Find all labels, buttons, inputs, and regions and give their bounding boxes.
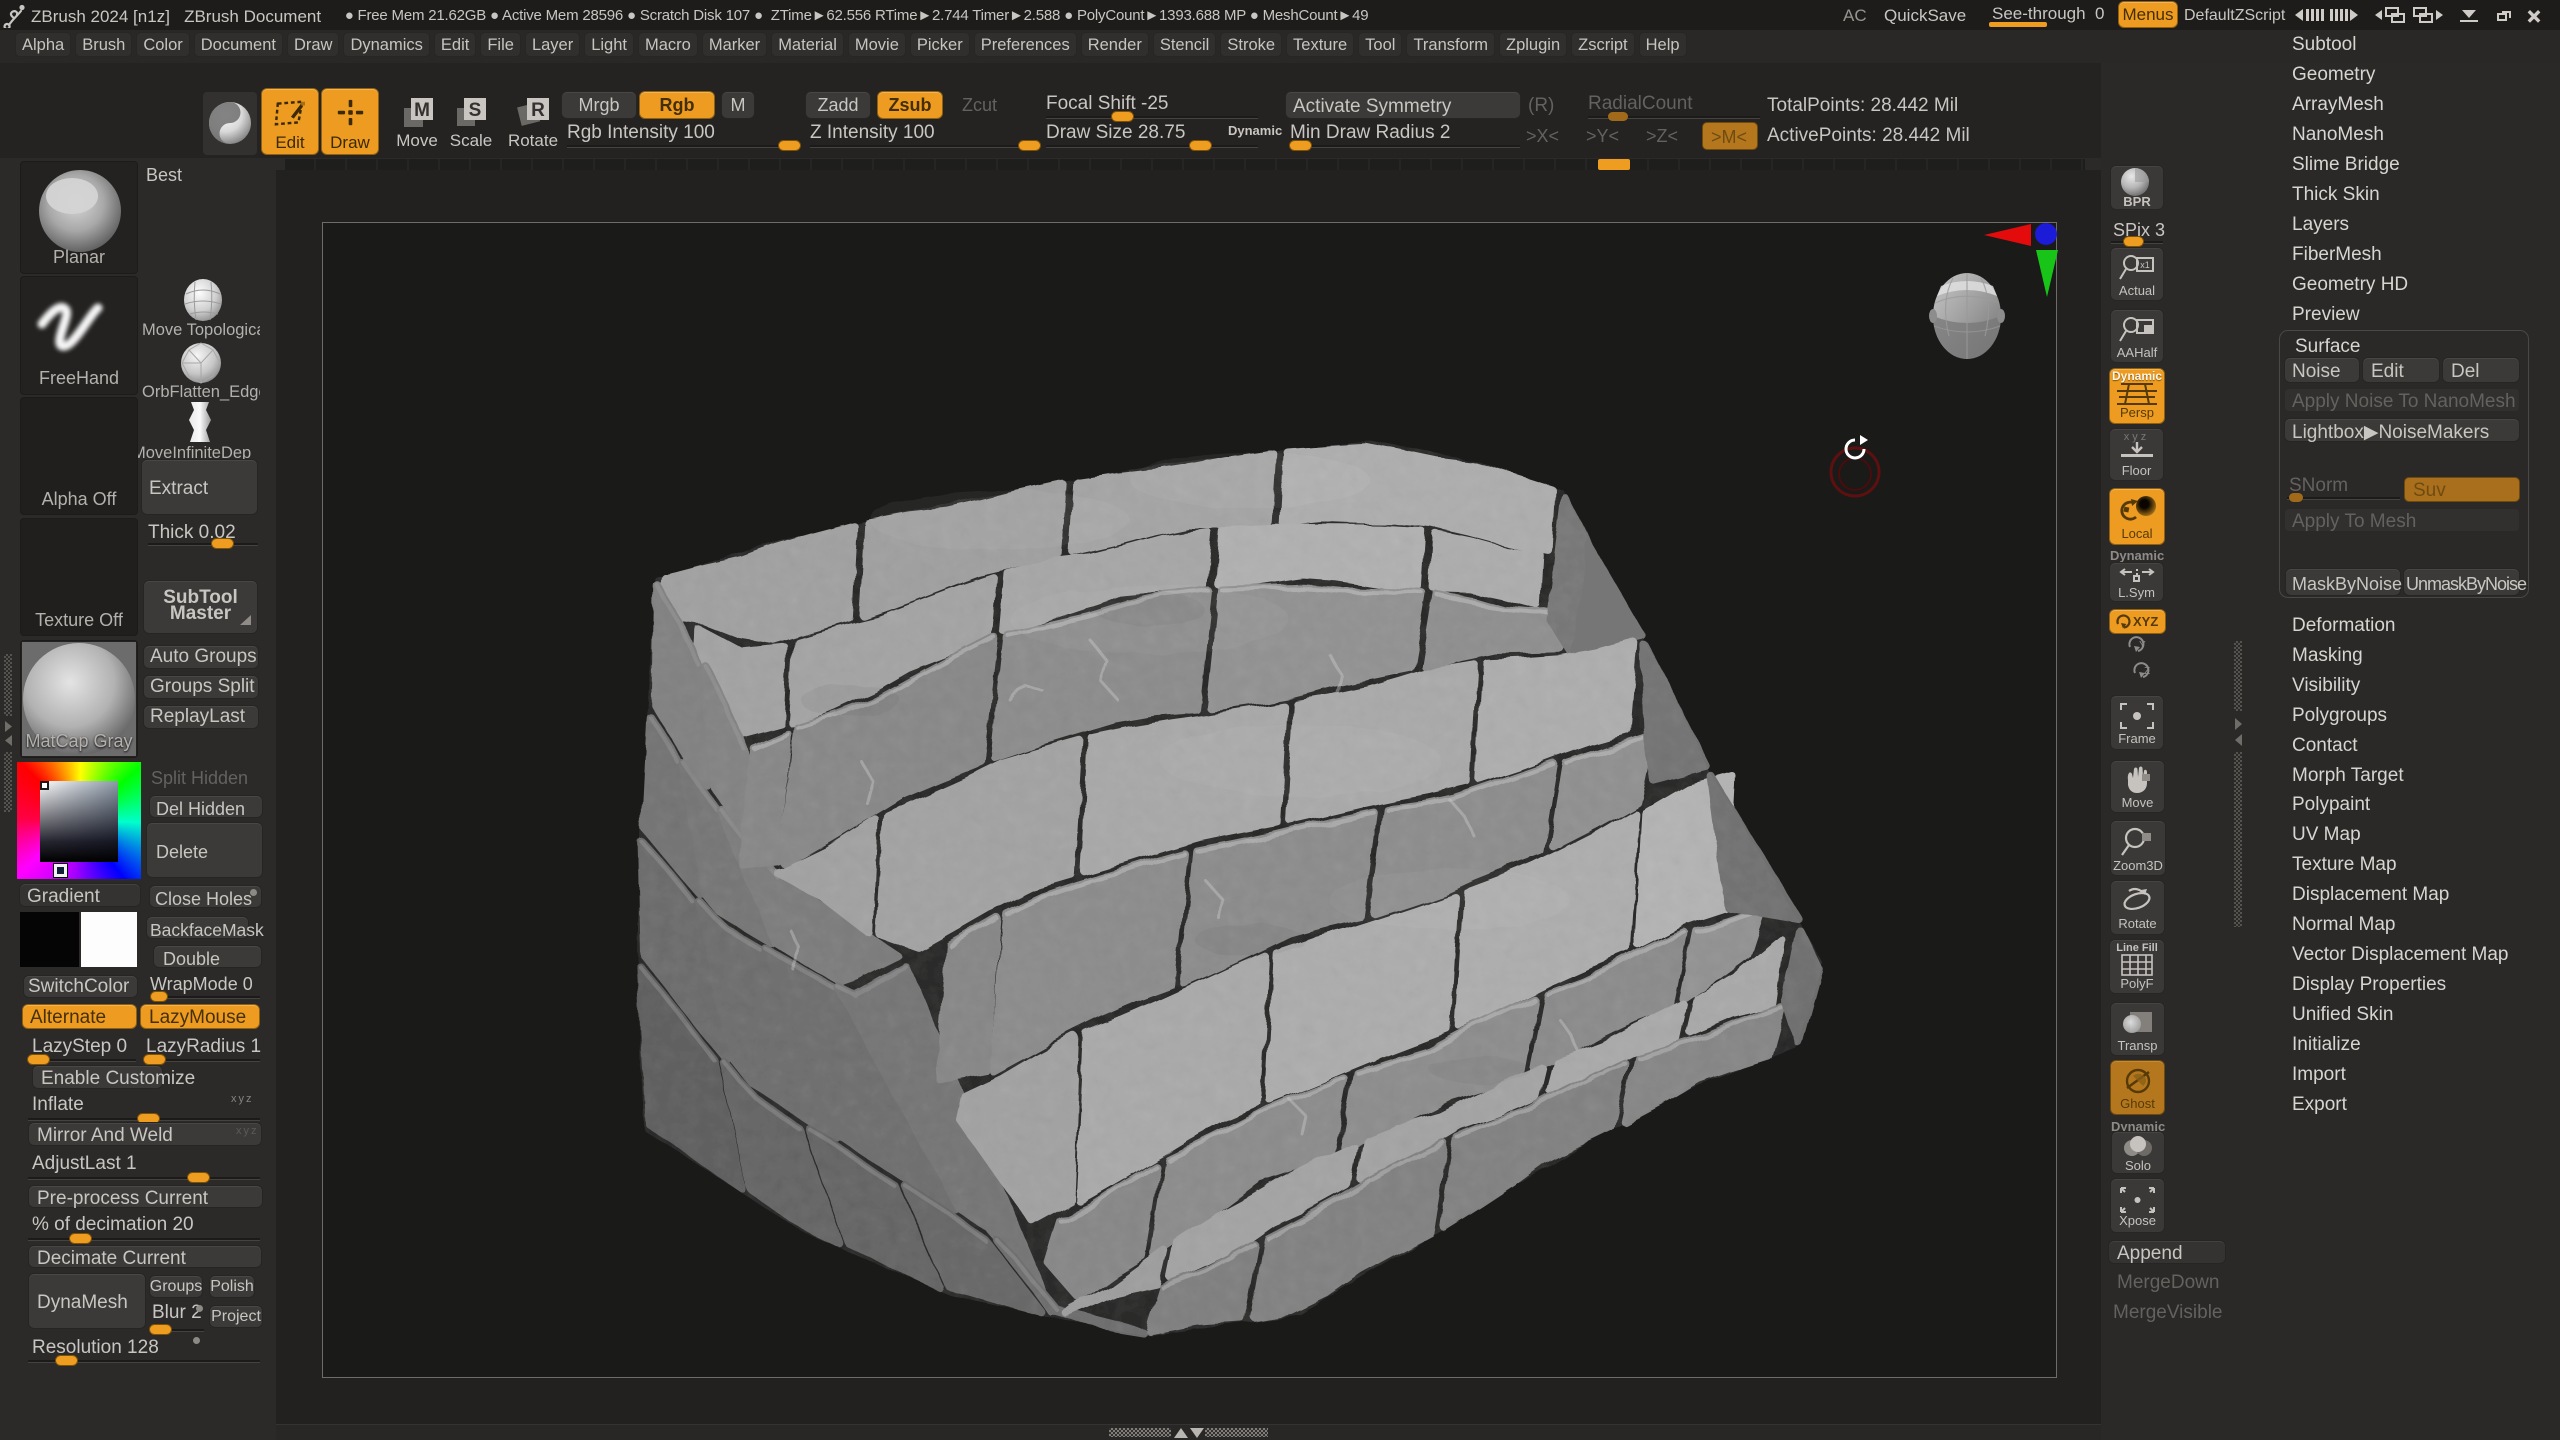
svg-text:M: M [414,100,430,121]
svg-text:R: R [531,100,545,121]
svg-text:Z: Z [2144,666,2150,677]
svg-text:S: S [469,100,482,121]
svg-text:x1: x1 [2140,260,2150,270]
svg-text:Y: Y [2139,640,2146,651]
